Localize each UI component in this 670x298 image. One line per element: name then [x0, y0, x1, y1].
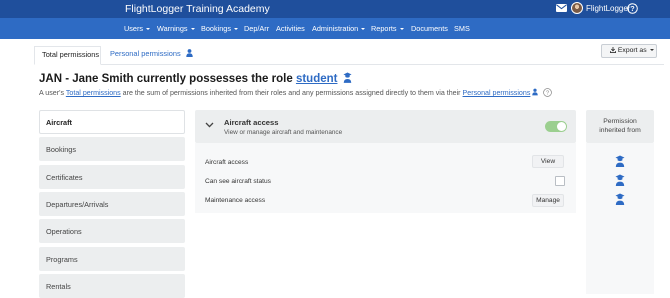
page-title: JAN - Jane Smith currently possesses the… [39, 72, 352, 85]
role-link[interactable]: student [296, 73, 338, 85]
chevron-down-icon [234, 28, 239, 30]
permission-group-description: View or manage aircraft and maintenance [224, 129, 343, 136]
chevron-down-icon [361, 28, 366, 30]
nav-users[interactable]: Users [124, 24, 151, 33]
aircraft-status-checkbox[interactable] [555, 176, 565, 186]
toggle-knob [557, 122, 566, 131]
nav-label: Administration [312, 24, 359, 33]
nav-label: Bookings [201, 24, 232, 33]
permission-label: Maintenance access [205, 197, 266, 204]
student-graduate-icon [343, 72, 352, 83]
subtext-part: are the sum of permissions inherited fro… [122, 89, 461, 97]
student-graduate-icon[interactable] [615, 193, 625, 205]
permissions-explanation: A user's Total permissions are the sum o… [39, 88, 553, 97]
avatar[interactable] [571, 2, 583, 14]
chevron-down-icon [649, 49, 654, 51]
chevron-down-icon [190, 28, 195, 30]
help-icon[interactable]: ? [543, 88, 553, 97]
header-line: Permission [603, 118, 637, 125]
maintenance-access-select[interactable]: Manage [532, 194, 564, 207]
nav-administration[interactable]: Administration [312, 24, 366, 33]
download-icon [609, 47, 617, 54]
nav-label: Documents [411, 24, 448, 33]
nav-activities[interactable]: Activities [276, 24, 305, 33]
chevron-down-icon [146, 28, 151, 30]
inherited-from-header: Permission inherited from [586, 110, 654, 143]
nav-label: Dep/Arr [244, 24, 270, 33]
category-departures-arrivals[interactable]: Departures/Arrivals [39, 192, 185, 216]
export-label: Export as [617, 47, 647, 54]
category-aircraft[interactable]: Aircraft [39, 110, 185, 134]
personal-permissions-link[interactable]: Personal permissions [463, 89, 531, 97]
inherited-from-column [586, 143, 654, 294]
permission-list: Aircraft access View Can see aircraft st… [195, 143, 576, 213]
nav-label: Users [124, 24, 144, 33]
header-line: inherited from [599, 127, 641, 134]
nav-bookings[interactable]: Bookings [201, 24, 239, 33]
tabs-divider [34, 64, 664, 65]
mail-icon[interactable] [556, 4, 567, 12]
nav-reports[interactable]: Reports [371, 24, 404, 33]
tab-personal-permissions[interactable]: Personal permissions [110, 49, 193, 58]
app-title[interactable]: FlightLogger Training Academy [125, 3, 270, 15]
help-icon[interactable]: ? [627, 3, 638, 14]
tab-label: Personal permissions [110, 49, 181, 58]
main-nav: Users Warnings Bookings Dep/Arr Activiti… [0, 18, 670, 39]
category-operations[interactable]: Operations [39, 219, 185, 243]
student-graduate-icon[interactable] [615, 174, 625, 186]
subtext-part: A user's [39, 89, 65, 97]
nav-label: SMS [454, 24, 470, 33]
category-rentals[interactable]: Rentals [39, 274, 185, 298]
total-permissions-link[interactable]: Total permissions [66, 89, 121, 97]
title-prefix: JAN - Jane Smith currently possesses the… [39, 73, 293, 85]
nav-sms[interactable]: SMS [454, 24, 470, 33]
chevron-down-icon[interactable] [205, 122, 214, 128]
tab-total-permissions[interactable]: Total permissions [34, 46, 101, 65]
nav-label: Warnings [157, 24, 188, 33]
nav-warnings[interactable]: Warnings [157, 24, 195, 33]
nav-label: Activities [276, 24, 305, 33]
app-header: FlightLogger Training Academy FlightLogg… [0, 0, 670, 18]
student-graduate-icon[interactable] [615, 155, 625, 167]
export-button[interactable]: Export as [601, 44, 657, 58]
permission-group-header[interactable]: Aircraft access View or manage aircraft … [195, 110, 576, 143]
permission-label: Can see aircraft status [205, 178, 271, 185]
category-bookings[interactable]: Bookings [39, 137, 185, 161]
user-name[interactable]: FlightLogger [586, 4, 630, 13]
person-icon [532, 88, 539, 96]
category-certificates[interactable]: Certificates [39, 165, 185, 189]
person-icon [186, 49, 193, 57]
nav-label: Reports [371, 24, 397, 33]
permission-label: Aircraft access [205, 159, 249, 166]
header-user-area: FlightLogger ? [470, 0, 670, 18]
permission-group-toggle[interactable] [545, 121, 567, 132]
chevron-down-icon [399, 28, 404, 30]
svg-text:?: ? [630, 6, 634, 13]
permission-group-title: Aircraft access [224, 118, 279, 127]
nav-dep-arr[interactable]: Dep/Arr [244, 24, 269, 33]
aircraft-access-select[interactable]: View [532, 155, 564, 168]
nav-documents[interactable]: Documents [411, 24, 448, 33]
category-programs[interactable]: Programs [39, 247, 185, 271]
